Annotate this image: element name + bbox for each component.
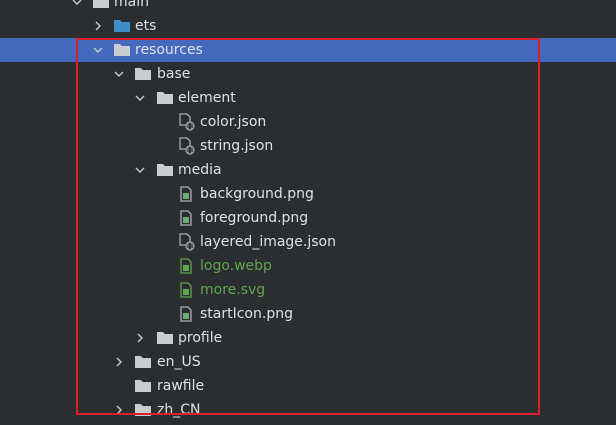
- json-file-icon: {}: [179, 230, 195, 254]
- chevron-down-icon[interactable]: [70, 0, 84, 14]
- svg-text:{}: {}: [186, 147, 194, 154]
- folder-icon: [135, 398, 151, 422]
- chevron-down-icon[interactable]: [91, 38, 105, 62]
- json-file-icon: {}: [179, 134, 195, 158]
- tree-node-string-json[interactable]: {} string.json: [0, 134, 616, 158]
- tree-node-label: main: [114, 0, 149, 10]
- folder-blue-icon: [114, 14, 130, 38]
- tree-node-label: foreground.png: [200, 210, 309, 226]
- tree-node-starticon-png[interactable]: startIcon.png: [0, 302, 616, 326]
- tree-node-label: media: [178, 162, 222, 178]
- chevron-right-icon[interactable]: [91, 14, 105, 38]
- tree-node-label: resources: [135, 42, 203, 58]
- tree-node-background-png[interactable]: background.png: [0, 182, 616, 206]
- tree-node-label: rawfile: [157, 378, 205, 394]
- folder-icon: [157, 158, 173, 182]
- tree-node-label: background.png: [200, 186, 314, 202]
- folder-icon: [157, 326, 173, 350]
- svg-text:{}: {}: [186, 123, 194, 130]
- folder-icon: [157, 86, 173, 110]
- tree-node-label: element: [178, 90, 236, 106]
- tree-node-label: string.json: [200, 138, 274, 154]
- chevron-right-icon[interactable]: [112, 398, 126, 422]
- tree-node-label: zh_CN: [157, 402, 201, 418]
- tree-node-element[interactable]: element: [0, 86, 616, 110]
- tree-node-more-svg[interactable]: more.svg: [0, 278, 616, 302]
- tree-node-rawfile[interactable]: rawfile: [0, 374, 616, 398]
- image-file-icon: [180, 182, 192, 206]
- tree-node-zh-cn[interactable]: zh_CN: [0, 398, 616, 422]
- json-file-icon: {}: [179, 110, 195, 134]
- tree-node-label: base: [157, 66, 191, 82]
- tree-node-label: more.svg: [200, 282, 266, 298]
- tree-node-label: profile: [178, 330, 223, 346]
- tree-node-en-us[interactable]: en_US: [0, 350, 616, 374]
- chevron-down-icon[interactable]: [133, 158, 147, 182]
- tree-node-main[interactable]: main: [0, 0, 616, 14]
- tree-node-label: logo.webp: [200, 258, 272, 274]
- folder-icon: [135, 350, 151, 374]
- folder-icon: [93, 0, 109, 14]
- tree-node-color-json[interactable]: {} color.json: [0, 110, 616, 134]
- tree-node-resources[interactable]: resources: [0, 38, 616, 62]
- chevron-right-icon[interactable]: [133, 326, 147, 350]
- image-file-icon: [180, 254, 192, 278]
- chevron-right-icon[interactable]: [112, 350, 126, 374]
- chevron-down-icon[interactable]: [112, 62, 126, 86]
- tree-node-foreground-png[interactable]: foreground.png: [0, 206, 616, 230]
- tree-node-base[interactable]: base: [0, 62, 616, 86]
- folder-icon: [135, 62, 151, 86]
- project-tree: main ets resources base element {} color…: [0, 0, 616, 422]
- tree-node-label: startIcon.png: [200, 306, 293, 322]
- tree-node-layered-image-json[interactable]: {} layered_image.json: [0, 230, 616, 254]
- tree-node-logo-webp[interactable]: logo.webp: [0, 254, 616, 278]
- tree-node-ets[interactable]: ets: [0, 14, 616, 38]
- tree-node-label: ets: [135, 18, 157, 34]
- chevron-down-icon[interactable]: [133, 86, 147, 110]
- image-file-icon: [180, 206, 192, 230]
- svg-text:{}: {}: [186, 243, 194, 250]
- tree-node-label: color.json: [200, 114, 267, 130]
- image-file-icon: [180, 278, 192, 302]
- tree-node-profile[interactable]: profile: [0, 326, 616, 350]
- tree-node-media[interactable]: media: [0, 158, 616, 182]
- image-file-icon: [180, 302, 192, 326]
- folder-icon: [114, 38, 130, 62]
- tree-node-label: layered_image.json: [200, 234, 336, 250]
- folder-icon: [135, 374, 151, 398]
- tree-node-label: en_US: [157, 354, 201, 370]
